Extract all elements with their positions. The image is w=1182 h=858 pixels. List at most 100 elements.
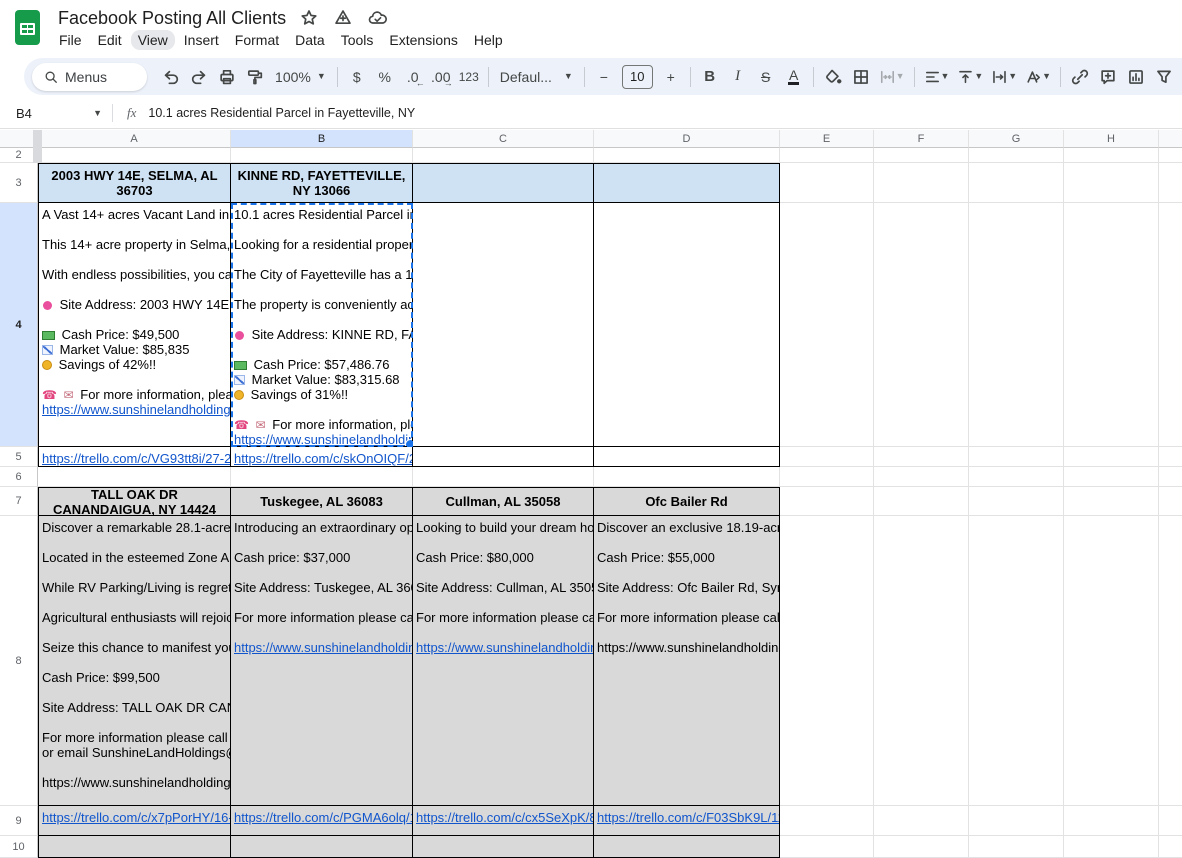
vertical-align-button[interactable]: ▼ xyxy=(954,64,986,90)
menu-tools[interactable]: Tools xyxy=(334,30,381,50)
menu-format[interactable]: Format xyxy=(228,30,286,50)
column-header-C[interactable]: C xyxy=(413,130,594,148)
font-size-input[interactable]: 10 xyxy=(621,64,653,89)
cell-C10[interactable] xyxy=(413,836,594,858)
cloud-saved-icon[interactable] xyxy=(368,9,388,27)
cell-I9[interactable] xyxy=(1159,806,1182,836)
cell-G8[interactable] xyxy=(969,516,1064,806)
cell-F8[interactable] xyxy=(874,516,969,806)
zoom-control[interactable]: 100% ▼ xyxy=(269,69,332,85)
font-family-select[interactable]: Defaul... ▼ xyxy=(494,69,579,85)
more-formats-button[interactable]: 123 xyxy=(456,64,482,90)
cell-B9[interactable]: https://trello.com/c/PGMA6olq/1 xyxy=(231,806,413,836)
fill-handle[interactable] xyxy=(405,439,412,446)
row-header-7[interactable]: 7 xyxy=(0,487,38,516)
cell-G5[interactable] xyxy=(969,447,1064,467)
cell-C6[interactable] xyxy=(413,467,594,487)
row-header-4[interactable]: 4 xyxy=(0,203,38,447)
cell-G6[interactable] xyxy=(969,467,1064,487)
italic-button[interactable]: I xyxy=(725,64,751,90)
menu-view[interactable]: View xyxy=(130,30,175,50)
text-color-button[interactable]: A xyxy=(781,64,807,90)
cell-H5[interactable] xyxy=(1064,447,1159,467)
cell-G3[interactable] xyxy=(969,163,1064,203)
cell-H10[interactable] xyxy=(1064,836,1159,858)
hyperlink[interactable]: https://trello.com/c/PGMA6olq/1 xyxy=(234,810,412,825)
increase-decimal-button[interactable]: .00 → xyxy=(428,64,454,90)
cell-F7[interactable] xyxy=(874,487,969,516)
cell-E8[interactable] xyxy=(780,516,874,806)
cell-D4[interactable] xyxy=(594,203,780,447)
cell-B2[interactable] xyxy=(231,148,413,163)
cell-C9[interactable]: https://trello.com/c/cx5SeXpK/8- xyxy=(413,806,594,836)
cell-C2[interactable] xyxy=(413,148,594,163)
cell-C3[interactable] xyxy=(413,163,594,203)
hyperlink[interactable]: https://trello.com/c/F03SbK9L/11- xyxy=(597,810,779,825)
cell-C5[interactable] xyxy=(413,447,594,467)
cell-G10[interactable] xyxy=(969,836,1064,858)
star-icon[interactable] xyxy=(300,9,318,27)
undo-button[interactable] xyxy=(158,64,184,90)
column-header-partial[interactable] xyxy=(1159,130,1182,148)
column-header-H[interactable]: H xyxy=(1064,130,1159,148)
cell-B8[interactable]: Introducing an extraordinary opp Cash pr… xyxy=(231,516,413,806)
hyperlink[interactable]: https://trello.com/c/skOnOIQF/28 xyxy=(234,451,412,466)
row-header-8[interactable]: 8 xyxy=(0,516,38,806)
formula-input[interactable]: 10.1 acres Residential Parcel in Fayette… xyxy=(148,106,1182,120)
hyperlink[interactable]: https://www.sunshinelandholding xyxy=(234,640,412,655)
strikethrough-button[interactable]: S xyxy=(753,64,779,90)
cell-E5[interactable] xyxy=(780,447,874,467)
decrease-decimal-button[interactable]: .0 ← xyxy=(400,64,426,90)
fill-color-button[interactable] xyxy=(820,64,846,90)
add-to-drive-icon[interactable] xyxy=(334,9,352,27)
row-header-9[interactable]: 9 xyxy=(0,806,38,836)
increase-font-size-button[interactable]: + xyxy=(658,64,684,90)
cell-E4[interactable] xyxy=(780,203,874,447)
cell-E7[interactable] xyxy=(780,487,874,516)
document-title[interactable]: Facebook Posting All Clients xyxy=(58,8,286,29)
row-header-5[interactable]: 5 xyxy=(0,447,38,467)
insert-comment-button[interactable] xyxy=(1095,64,1121,90)
cell-E6[interactable] xyxy=(780,467,874,487)
menus-search[interactable]: Menus xyxy=(32,62,148,91)
cell-C7[interactable]: Cullman, AL 35058 xyxy=(413,487,594,516)
cell-B10[interactable] xyxy=(231,836,413,858)
cell-F4[interactable] xyxy=(874,203,969,447)
column-header-A[interactable]: A xyxy=(38,130,231,148)
cell-C4[interactable] xyxy=(413,203,594,447)
merge-cells-button[interactable]: ▼ xyxy=(876,64,908,90)
cell-D7[interactable]: Ofc Bailer Rd xyxy=(594,487,780,516)
cell-H8[interactable] xyxy=(1064,516,1159,806)
cell-F6[interactable] xyxy=(874,467,969,487)
name-box[interactable]: B4 ▼ xyxy=(0,106,112,121)
cell-G2[interactable] xyxy=(969,148,1064,163)
cell-H7[interactable] xyxy=(1064,487,1159,516)
cell-I10[interactable] xyxy=(1159,836,1182,858)
horizontal-align-button[interactable]: ▼ xyxy=(921,64,953,90)
cell-E10[interactable] xyxy=(780,836,874,858)
cell-H2[interactable] xyxy=(1064,148,1159,163)
hyperlink[interactable]: https://trello.com/c/cx5SeXpK/8- xyxy=(416,810,593,825)
row-header-3[interactable]: 3 xyxy=(0,163,38,203)
frozen-pane-handle[interactable] xyxy=(33,130,42,163)
menu-edit[interactable]: Edit xyxy=(91,30,129,50)
cell-A3[interactable]: 2003 HWY 14E, SELMA, AL 36703 xyxy=(38,163,231,203)
cell-G7[interactable] xyxy=(969,487,1064,516)
cell-I5[interactable] xyxy=(1159,447,1182,467)
create-filter-button[interactable] xyxy=(1151,64,1177,90)
cell-I8[interactable] xyxy=(1159,516,1182,806)
cell-A6[interactable] xyxy=(38,467,231,487)
cell-D10[interactable] xyxy=(594,836,780,858)
cell-B3[interactable]: KINNE RD, FAYETTEVILLE, NY 13066 xyxy=(231,163,413,203)
format-currency-button[interactable]: $ xyxy=(344,64,370,90)
cell-F3[interactable] xyxy=(874,163,969,203)
paint-format-button[interactable] xyxy=(242,64,268,90)
row-header-6[interactable]: 6 xyxy=(0,467,38,487)
column-header-E[interactable]: E xyxy=(780,130,874,148)
redo-button[interactable] xyxy=(186,64,212,90)
format-percent-button[interactable]: % xyxy=(372,64,398,90)
text-wrap-button[interactable]: ▼ xyxy=(988,64,1020,90)
cell-H4[interactable] xyxy=(1064,203,1159,447)
cell-D2[interactable] xyxy=(594,148,780,163)
menu-data[interactable]: Data xyxy=(288,30,332,50)
